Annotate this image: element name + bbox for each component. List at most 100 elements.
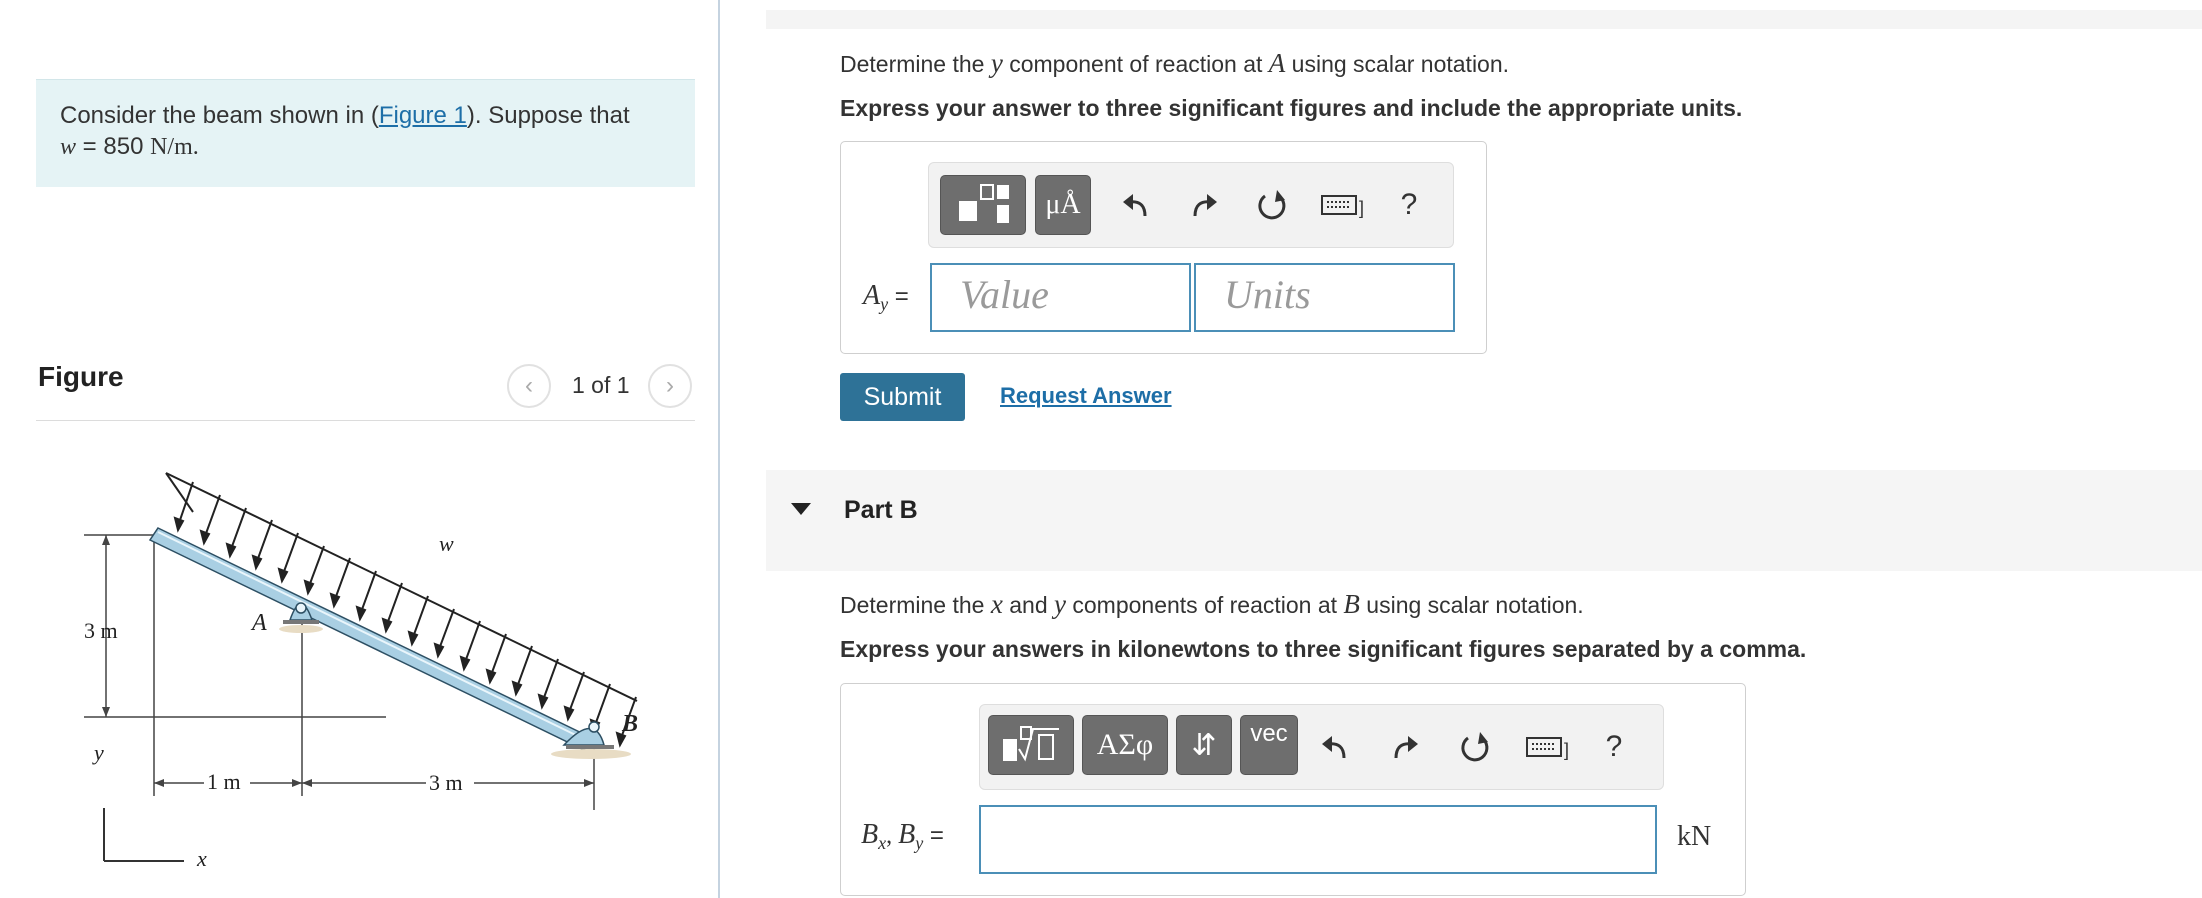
undo-icon [1123, 194, 1147, 217]
panel-divider[interactable] [718, 0, 720, 898]
units-placeholder: Units [1224, 272, 1311, 317]
undo-icon [1322, 736, 1346, 759]
w-variable: w [60, 134, 77, 160]
problem-text-before: Consider the beam shown in ( [60, 102, 379, 129]
answer-label-eq: = [888, 283, 909, 310]
help-button[interactable]: ? [1389, 183, 1429, 227]
units-button[interactable]: μÅ [1035, 175, 1091, 235]
undo-button[interactable] [1111, 183, 1161, 227]
part-a-instruction: Express your answer to three significant… [840, 95, 1743, 121]
answer-label: Bx, By = [861, 819, 944, 853]
label-w: w [439, 531, 454, 556]
problem-statement: Consider the beam shown in (Figure 1). S… [36, 79, 695, 187]
reset-button[interactable] [1450, 725, 1500, 769]
answer-label-eq: = [923, 822, 944, 849]
label-x-axis: x [196, 846, 207, 871]
answer-label-var: B [861, 819, 879, 850]
part-b-title[interactable]: Part B [844, 496, 918, 525]
question-text: using scalar notation. [1359, 592, 1584, 618]
keyboard-icon: ] [1526, 737, 1569, 760]
part-a-question: Determine the y component of reaction at… [840, 48, 1509, 79]
next-figure-button[interactable]: › [648, 364, 692, 408]
question-variable: y [1054, 589, 1066, 619]
redo-icon [1394, 736, 1418, 759]
part-b-math-toolbar: ΑΣφ ⇵ vec ] ? [979, 704, 1664, 790]
value-placeholder: Value [960, 272, 1049, 317]
label-3m-horizontal: 3 m [429, 770, 463, 795]
answer-input[interactable] [979, 805, 1657, 874]
templates-button[interactable] [988, 715, 1074, 775]
distributed-load-arrows [165, 472, 638, 748]
label-3m-vertical: 3 m [84, 618, 118, 643]
w-units: N/m. [150, 134, 199, 160]
unit-label: kN [1677, 821, 1712, 852]
question-text: using scalar notation. [1285, 51, 1510, 77]
answer-label-sub: y [880, 293, 889, 314]
request-answer-link[interactable]: Request Answer [1000, 383, 1172, 409]
problem-text-after: ). Suppose that [466, 102, 630, 129]
svg-text:]: ] [1564, 740, 1569, 760]
label-a: A [250, 610, 267, 636]
redo-button[interactable] [1179, 183, 1229, 227]
answer-label-var: A [863, 280, 881, 311]
figure-pager: 1 of 1 [572, 372, 630, 398]
part-a-answer-box: μÅ ] ? Ay = Value Units [840, 141, 1487, 354]
reset-icon [1461, 732, 1489, 762]
answer-label-var: B [898, 819, 916, 850]
templates-radical-icon [1003, 726, 1059, 762]
submit-button[interactable]: Submit [840, 373, 965, 421]
help-icon: ? [1400, 188, 1418, 221]
w-value: = 850 [76, 133, 151, 160]
label-1m: 1 m [207, 769, 241, 794]
part-a-math-toolbar: μÅ ] ? [928, 162, 1454, 248]
question-point: A [1268, 48, 1286, 78]
vector-icon: vec [1250, 720, 1288, 747]
question-text: component of reaction at [1002, 51, 1269, 77]
figure-title: Figure [38, 361, 124, 392]
left-panel: Consider the beam shown in (Figure 1). S… [0, 0, 718, 898]
help-button[interactable]: ? [1594, 725, 1634, 769]
question-text: components of reaction at [1065, 592, 1344, 618]
reset-button[interactable] [1247, 183, 1297, 227]
figure-divider [36, 420, 695, 421]
answer-label: Ay = [863, 280, 909, 315]
keyboard-button[interactable]: ] [1522, 725, 1578, 769]
part-b-instruction: Express your answers in kilonewtons to t… [840, 636, 1807, 662]
greek-button[interactable]: ΑΣφ [1082, 715, 1168, 775]
question-text: Determine the [840, 592, 991, 618]
part-b-question: Determine the x and y components of reac… [840, 589, 1584, 620]
part-b-answer-box: ΑΣφ ⇵ vec ] ? Bx, By = kN [840, 683, 1746, 896]
greek-icon: ΑΣφ [1096, 728, 1154, 761]
vector-button[interactable]: vec [1240, 715, 1298, 775]
keyboard-icon: ] [1321, 195, 1364, 218]
value-input[interactable]: Value [930, 263, 1191, 332]
units-input[interactable]: Units [1194, 263, 1455, 332]
redo-button[interactable] [1380, 725, 1430, 769]
question-variable: y [990, 48, 1003, 78]
beam-figure: w A B 3 m y x 1 m 3 m [84, 472, 638, 871]
keyboard-button[interactable]: ] [1317, 183, 1373, 227]
answer-label-sub: x [878, 832, 887, 853]
question-text: and [1002, 592, 1054, 618]
redo-icon [1193, 194, 1217, 217]
question-variable: x [990, 589, 1003, 619]
chevron-left-icon: ‹ [525, 372, 533, 399]
prev-figure-button[interactable]: ‹ [507, 364, 551, 408]
chevron-right-icon: › [666, 372, 674, 399]
help-icon: ? [1605, 730, 1623, 763]
units-icon: μÅ [1045, 189, 1081, 220]
figure-link[interactable]: Figure 1 [379, 102, 467, 129]
arrows-icon: ⇵ [1191, 728, 1217, 762]
arrows-button[interactable]: ⇵ [1176, 715, 1232, 775]
label-y-axis: y [92, 740, 104, 765]
undo-button[interactable] [1310, 725, 1360, 769]
question-point: B [1343, 589, 1360, 619]
part-b-header[interactable] [766, 470, 2202, 571]
label-b: B [621, 711, 638, 737]
templates-icon [959, 184, 1009, 223]
templates-button[interactable] [940, 175, 1026, 235]
question-text: Determine the [840, 51, 991, 77]
reset-icon [1258, 190, 1286, 220]
svg-text:]: ] [1359, 198, 1364, 218]
collapse-caret-icon[interactable] [791, 503, 811, 515]
